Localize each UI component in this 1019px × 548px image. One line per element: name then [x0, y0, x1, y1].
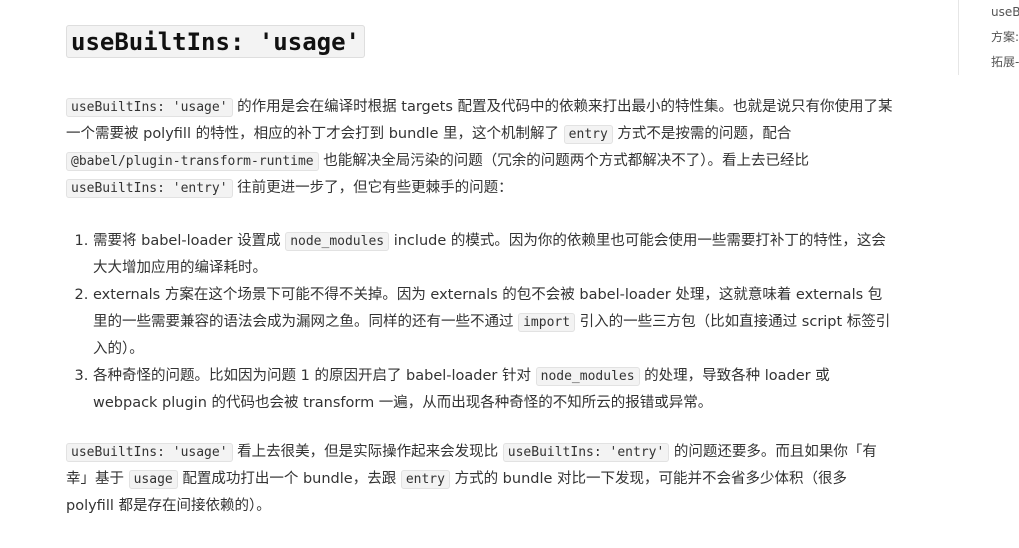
table-of-contents: useB 方案: 拓展-: [958, 0, 1019, 75]
paragraph-text: 配置成功打出一个 bundle，去跟: [177, 471, 401, 487]
list-item-text: 需要将 babel-loader 设置成: [93, 233, 286, 249]
inline-code: node_modules: [535, 367, 640, 386]
inline-code: useBuiltIns: 'entry': [502, 443, 670, 462]
toc-item[interactable]: 拓展-: [991, 54, 1019, 70]
toc-item[interactable]: useB: [991, 4, 1019, 20]
inline-code: entry: [400, 470, 450, 489]
inline-code: useBuiltIns: 'entry': [66, 179, 233, 198]
inline-code: usage: [128, 470, 178, 489]
problem-list: 需要将 babel-loader 设置成 node_modules includ…: [66, 228, 893, 417]
conclusion-paragraph: useBuiltIns: 'usage' 看上去很美，但是实际操作起来会发现比 …: [66, 439, 896, 520]
paragraph-text: 也能解决全局污染的问题（冗余的问题两个方式都解决不了）。看上去已经比: [318, 153, 809, 169]
inline-code: node_modules: [285, 232, 390, 251]
list-item-text: 各种奇怪的问题。比如因为问题 1 的原因开启了 babel-loader 针对: [93, 368, 536, 384]
intro-paragraph: useBuiltIns: 'usage' 的作用是会在编译时根据 targets…: [66, 94, 896, 202]
section-heading: useBuiltIns: 'usage': [66, 25, 365, 58]
list-item: 需要将 babel-loader 设置成 node_modules includ…: [93, 228, 893, 282]
inline-code: @babel/plugin-transform-runtime: [66, 152, 319, 171]
heading-code: useBuiltIns: 'usage': [66, 25, 365, 58]
toc-item[interactable]: 方案:: [991, 29, 1019, 45]
list-item: 各种奇怪的问题。比如因为问题 1 的原因开启了 babel-loader 针对 …: [93, 363, 893, 417]
list-item: externals 方案在这个场景下可能不得不关掉。因为 externals 的…: [93, 282, 893, 363]
inline-code: useBuiltIns: 'usage': [66, 443, 233, 462]
inline-code: entry: [563, 125, 613, 144]
paragraph-text: 往前更进一步了，但它有些更棘手的问题：: [232, 180, 513, 196]
paragraph-text: 方式不是按需的问题，配合: [612, 126, 792, 142]
inline-code: import: [518, 313, 576, 332]
inline-code: useBuiltIns: 'usage': [66, 98, 233, 117]
paragraph-text: 看上去很美，但是实际操作起来会发现比: [232, 444, 503, 460]
